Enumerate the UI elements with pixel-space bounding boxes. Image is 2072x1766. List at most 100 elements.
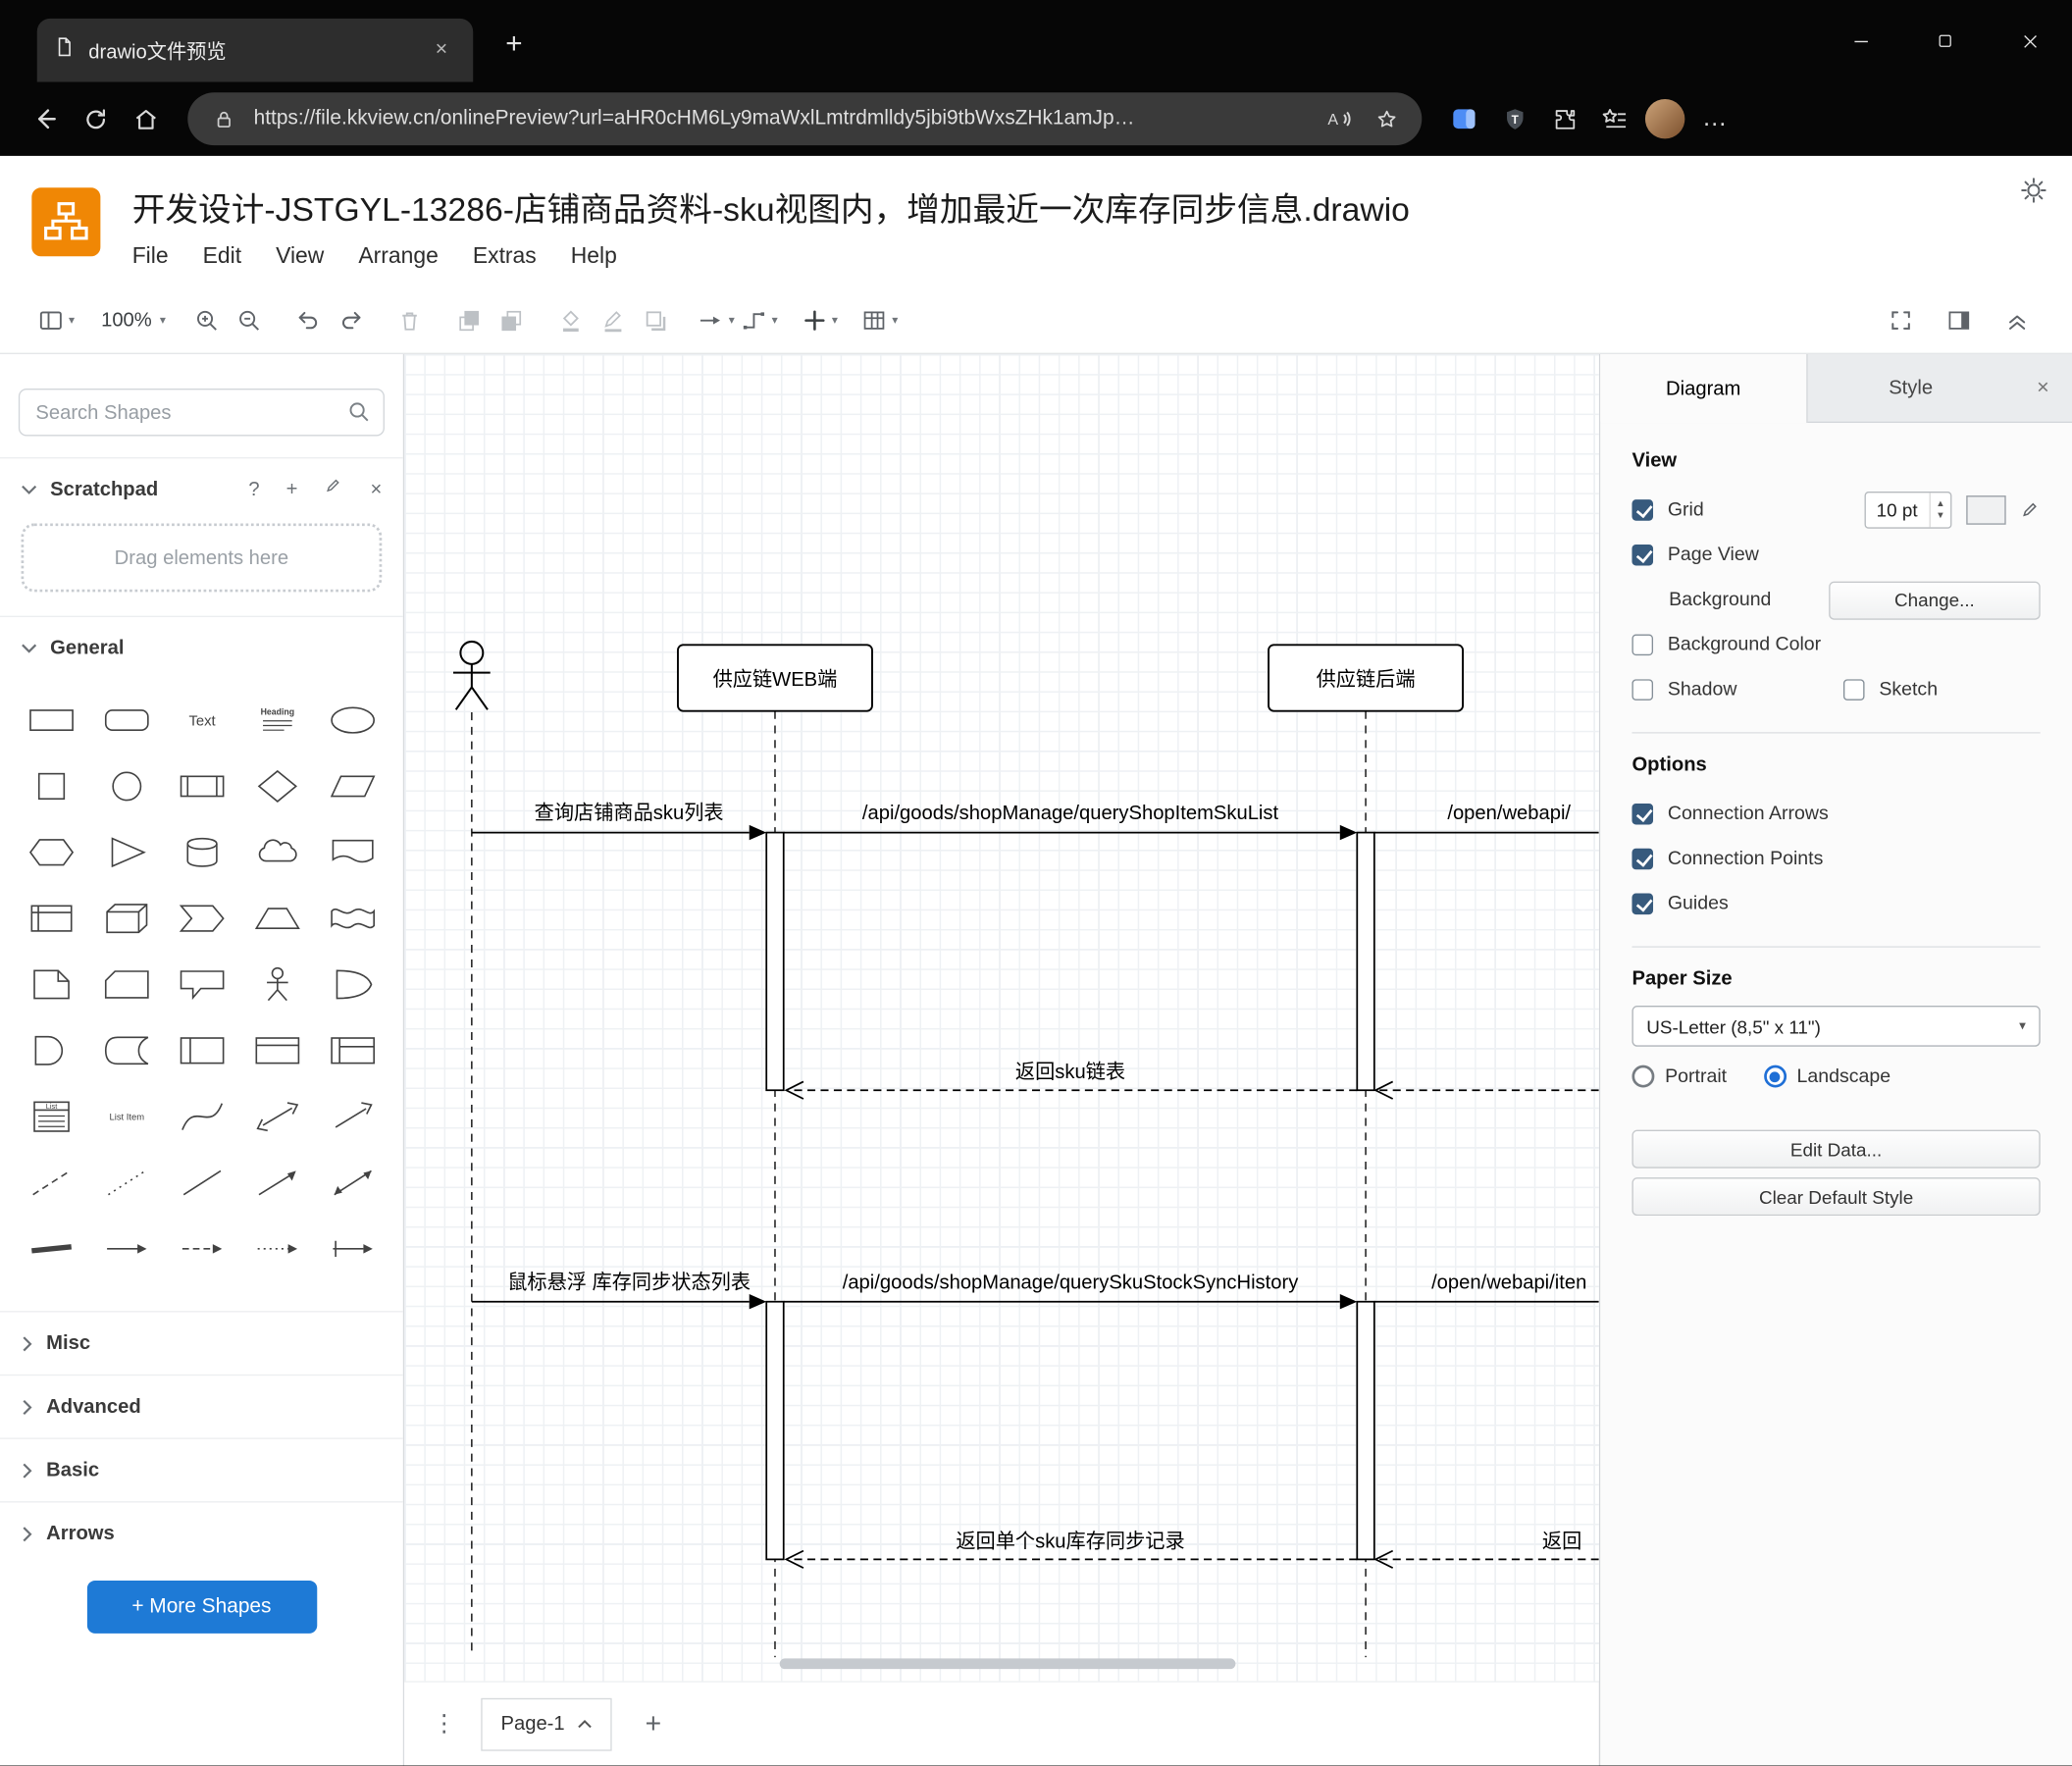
edge-sidebar-icon[interactable] — [1440, 95, 1487, 142]
browser-tab[interactable]: drawio文件预览 × — [36, 18, 474, 82]
shape-vertical-container[interactable] — [239, 1017, 315, 1083]
edit-data-button[interactable]: Edit Data... — [1632, 1129, 2041, 1169]
menu-arrange[interactable]: Arrange — [358, 243, 438, 270]
format-panel-close-icon[interactable]: × — [2014, 354, 2072, 422]
shape-cylinder[interactable] — [164, 819, 239, 885]
shape-square[interactable] — [13, 753, 88, 819]
shape-container[interactable] — [164, 1017, 239, 1083]
to-back-button[interactable] — [491, 298, 533, 343]
clear-default-style-button[interactable]: Clear Default Style — [1632, 1177, 2041, 1217]
shape-step[interactable] — [164, 885, 239, 951]
menu-file[interactable]: File — [132, 243, 169, 270]
browser-menu-icon[interactable]: … — [1691, 95, 1738, 142]
shape-process[interactable] — [164, 753, 239, 819]
shape-list-item[interactable]: List Item — [88, 1083, 164, 1149]
fill-color-button[interactable] — [550, 298, 593, 343]
shape-or[interactable] — [315, 952, 390, 1017]
canvas-horizontal-scrollbar[interactable] — [779, 1658, 1236, 1670]
format-panel-toggle-button[interactable] — [1938, 298, 1980, 343]
shape-internal-storage[interactable] — [13, 885, 88, 951]
shape-actor[interactable] — [239, 952, 315, 1017]
shape-link[interactable] — [13, 1216, 88, 1281]
to-front-button[interactable] — [448, 298, 491, 343]
shape-tape[interactable] — [315, 885, 390, 951]
shadow-button[interactable] — [635, 298, 677, 343]
landscape-radio[interactable] — [1763, 1065, 1787, 1088]
section-misc[interactable]: Misc — [0, 1311, 403, 1375]
section-general[interactable]: General — [0, 615, 403, 680]
more-shapes-button[interactable]: + More Shapes — [86, 1580, 317, 1634]
shape-cloud[interactable] — [239, 819, 315, 885]
shape-dashed-line[interactable] — [13, 1150, 88, 1216]
scratchpad-help-icon[interactable]: ? — [248, 479, 259, 501]
shape-bidirectional-arrow[interactable] — [239, 1083, 315, 1149]
zoom-level-button[interactable]: 100% ▾ — [94, 298, 168, 343]
scratchpad-header[interactable]: Scratchpad ? + × — [0, 457, 403, 521]
scratchpad-add-icon[interactable]: + — [286, 479, 298, 501]
shape-bidirectional-connector[interactable] — [315, 1150, 390, 1216]
extensions-puzzle-icon[interactable] — [1541, 95, 1588, 142]
window-minimize-icon[interactable] — [1818, 0, 1902, 82]
menu-help[interactable]: Help — [571, 243, 617, 270]
zoom-in-button[interactable] — [185, 298, 228, 343]
new-tab-button[interactable]: + — [494, 24, 534, 63]
delete-button[interactable] — [389, 298, 432, 343]
redo-button[interactable] — [330, 298, 372, 343]
shape-hexagon[interactable] — [13, 819, 88, 885]
section-basic[interactable]: Basic — [0, 1437, 403, 1501]
shape-arrow[interactable] — [315, 1083, 390, 1149]
refresh-icon[interactable] — [72, 95, 119, 142]
favorites-bar-icon[interactable] — [1591, 95, 1638, 142]
guides-checkbox[interactable] — [1632, 893, 1654, 915]
activation-bars[interactable] — [765, 831, 1375, 1561]
read-aloud-icon[interactable]: A — [1321, 102, 1356, 136]
shape-arrow-with-bar[interactable] — [315, 1216, 390, 1281]
shape-line[interactable] — [164, 1150, 239, 1216]
address-bar[interactable]: https://file.kkview.cn/onlinePreview?url… — [187, 92, 1423, 146]
shape-document[interactable] — [315, 819, 390, 885]
profile-avatar[interactable] — [1641, 95, 1688, 142]
drawio-canvas[interactable]: 供应链WEB端 供应链后端 查询店铺商品sku列表 /api/goods/sho… — [404, 353, 1599, 1682]
shape-dotted-arrow[interactable] — [239, 1216, 315, 1281]
section-advanced[interactable]: Advanced — [0, 1374, 403, 1438]
participant-backend-box[interactable]: 供应链后端 — [1268, 644, 1465, 712]
shape-rounded-rectangle[interactable] — [88, 687, 164, 753]
shape-triangle[interactable] — [88, 819, 164, 885]
shape-curve[interactable] — [164, 1083, 239, 1149]
shadow-checkbox[interactable] — [1632, 679, 1654, 701]
extension-shield-icon[interactable]: T — [1490, 95, 1537, 142]
waypoints-button[interactable]: ▾ — [738, 298, 781, 343]
pages-menu-icon[interactable]: ⋮ — [428, 1710, 459, 1738]
back-icon[interactable] — [22, 95, 69, 142]
shape-card[interactable] — [88, 952, 164, 1017]
sketch-checkbox[interactable] — [1842, 679, 1865, 701]
home-icon[interactable] — [122, 95, 169, 142]
scratchpad-drop-zone[interactable]: Drag elements here — [21, 523, 383, 593]
section-arrows[interactable]: Arrows — [0, 1501, 403, 1565]
zoom-out-button[interactable] — [228, 298, 270, 343]
collapse-toolbar-button[interactable] — [1995, 298, 2038, 343]
tab-close-icon[interactable]: × — [426, 34, 457, 66]
undo-button[interactable] — [287, 298, 330, 343]
landscape-option[interactable]: Landscape — [1763, 1065, 1891, 1088]
connection-arrows-checkbox[interactable] — [1632, 803, 1654, 825]
menu-edit[interactable]: Edit — [203, 243, 241, 270]
shape-horizontal-arrow[interactable] — [88, 1216, 164, 1281]
return-messages[interactable] — [789, 1089, 1599, 1561]
shape-horizontal-container[interactable] — [315, 1017, 390, 1083]
scratchpad-close-icon[interactable]: × — [370, 479, 382, 501]
grid-size-input[interactable]: 10 pt ▲ ▼ — [1864, 492, 1952, 529]
add-page-button[interactable]: + — [634, 1708, 673, 1740]
search-shapes-input[interactable] — [18, 389, 385, 437]
grid-checkbox[interactable] — [1632, 499, 1654, 521]
shape-dashed-arrow[interactable] — [164, 1216, 239, 1281]
page-tab[interactable]: Page-1 — [481, 1697, 613, 1751]
menu-view[interactable]: View — [276, 243, 324, 270]
shape-dotted-line[interactable] — [88, 1150, 164, 1216]
shape-list[interactable]: List — [13, 1083, 88, 1149]
paper-size-select[interactable]: US-Letter (8,5" x 11") ▾ — [1632, 1006, 2041, 1047]
portrait-radio[interactable] — [1632, 1065, 1655, 1088]
shape-and[interactable] — [13, 1017, 88, 1083]
tab-style[interactable]: Style — [1808, 354, 2014, 422]
grid-size-spinner[interactable]: ▲ ▼ — [1929, 493, 1951, 528]
